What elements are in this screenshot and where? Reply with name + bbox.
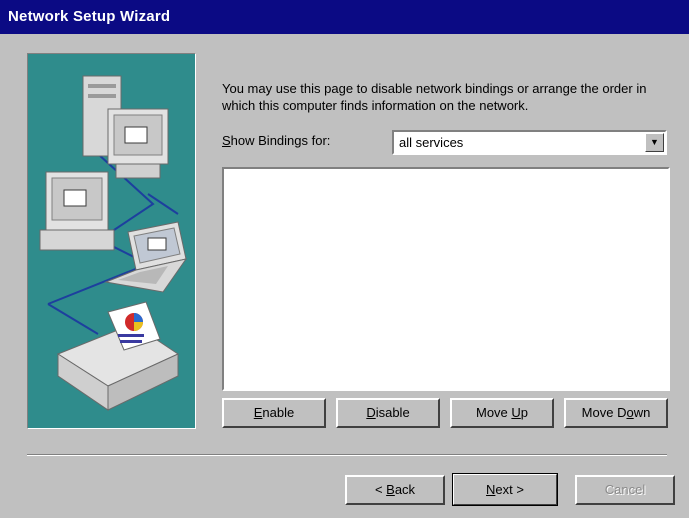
footer-separator [27, 454, 667, 456]
next-button[interactable]: Next > [452, 473, 558, 506]
show-bindings-select[interactable]: all services ▼ [392, 130, 667, 155]
move-up-button[interactable]: Move Up [450, 398, 554, 428]
computer-icon [82, 75, 169, 179]
move-up-accel: U [511, 405, 521, 420]
title-bar: Network Setup Wizard [0, 0, 689, 34]
network-illustration-graphic [39, 75, 188, 411]
enable-button[interactable]: Enable [222, 398, 326, 428]
move-up-pre: Move [475, 405, 512, 420]
move-up-text: p [520, 405, 529, 420]
show-bindings-accel: S [222, 133, 231, 148]
show-bindings-label: Show Bindings for: [222, 133, 330, 148]
printer-icon [56, 301, 180, 411]
disable-button[interactable]: Disable [336, 398, 440, 428]
next-text: ext > [495, 482, 524, 497]
move-down-pre: Move D [581, 405, 627, 420]
move-down-text: wn [633, 405, 651, 420]
back-pre: < [374, 482, 387, 497]
disable-text: isable [375, 405, 410, 420]
cancel-button[interactable]: Cancel [575, 475, 675, 505]
enable-text: nable [262, 405, 295, 420]
show-bindings-select-value: all services [399, 135, 464, 150]
next-accel: N [486, 482, 496, 497]
bindings-list[interactable] [222, 167, 670, 391]
dropdown-arrow-icon[interactable]: ▼ [645, 133, 664, 152]
window-title: Network Setup Wizard [8, 8, 171, 25]
show-bindings-text: how Bindings for: [230, 133, 331, 148]
back-button[interactable]: < Back [345, 475, 445, 505]
back-text: ack [394, 482, 416, 497]
disable-accel: D [366, 405, 376, 420]
computer-icon [39, 171, 115, 251]
wizard-window: Network Setup Wizard You may use this pa… [0, 0, 689, 518]
move-down-accel: o [626, 405, 634, 420]
page-description: You may use this page to disable network… [222, 81, 647, 113]
laptop-icon [104, 221, 188, 293]
back-accel: B [386, 482, 395, 497]
move-down-button[interactable]: Move Down [564, 398, 668, 428]
network-illustration [27, 53, 196, 429]
